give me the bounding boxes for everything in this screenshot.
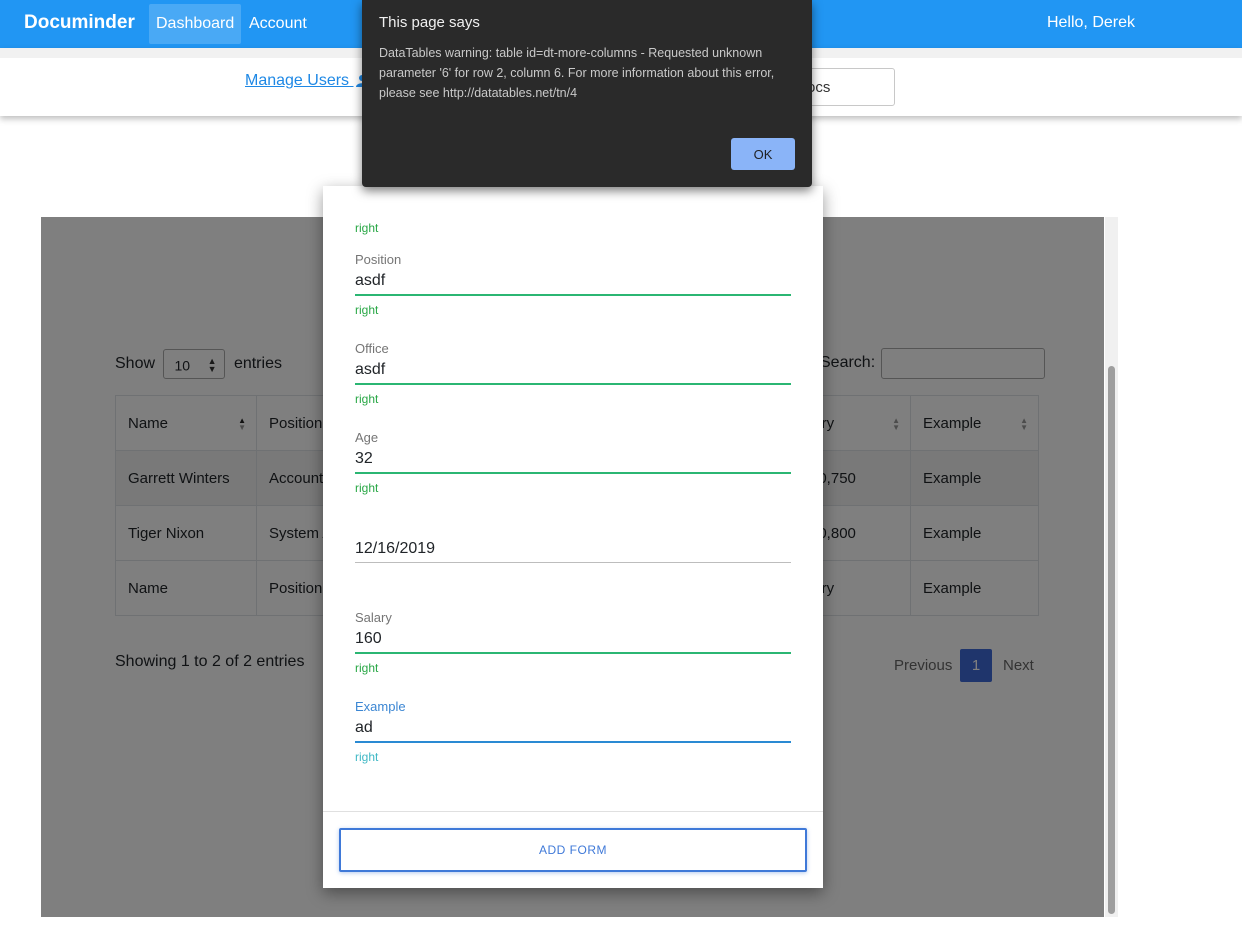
salary-input[interactable]: 160 bbox=[355, 626, 791, 650]
manage-users-link[interactable]: Manage Users bbox=[245, 72, 372, 90]
validation-hint: right bbox=[355, 661, 379, 675]
position-input[interactable]: asdf bbox=[355, 268, 791, 292]
date-field[interactable]: 12/16/2019 bbox=[355, 520, 791, 563]
alert-message: DataTables warning: table id=dt-more-col… bbox=[379, 46, 775, 100]
field-underline bbox=[355, 383, 791, 385]
date-input[interactable]: 12/16/2019 bbox=[355, 536, 791, 560]
field-label: Office bbox=[355, 341, 389, 356]
field-underline bbox=[355, 472, 791, 474]
field-label: Age bbox=[355, 430, 379, 445]
field-label: Salary bbox=[355, 610, 392, 625]
add-form-modal: right Position asdf right Office asdf ri… bbox=[323, 186, 823, 888]
office-field[interactable]: Office asdf right bbox=[355, 341, 791, 406]
validation-hint: right bbox=[355, 750, 379, 764]
brand-logo[interactable]: Documinder bbox=[24, 12, 135, 34]
field-top-hint: right bbox=[355, 214, 791, 235]
manage-users-label: Manage Users bbox=[245, 72, 350, 89]
validation-hint: right bbox=[355, 221, 379, 235]
validation-hint: right bbox=[355, 303, 379, 317]
validation-hint: right bbox=[355, 481, 379, 495]
field-underline bbox=[355, 652, 791, 654]
field-underline bbox=[355, 741, 791, 743]
age-field[interactable]: Age 32 right bbox=[355, 430, 791, 495]
position-field[interactable]: Position asdf right bbox=[355, 252, 791, 317]
age-input[interactable]: 32 bbox=[355, 446, 791, 470]
field-underline bbox=[355, 562, 791, 563]
user-greeting[interactable]: Hello, Derek bbox=[1047, 14, 1135, 32]
office-input[interactable]: asdf bbox=[355, 357, 791, 381]
alert-ok-button[interactable]: OK bbox=[731, 138, 795, 170]
add-form-button[interactable]: ADD FORM bbox=[339, 828, 807, 872]
field-label: Example bbox=[355, 699, 406, 714]
example-field[interactable]: Example ad right bbox=[355, 699, 791, 764]
field-underline bbox=[355, 294, 791, 296]
field-label bbox=[355, 520, 791, 536]
modal-footer-divider bbox=[323, 811, 823, 812]
alert-title: This page says bbox=[379, 14, 480, 31]
field-label: Position bbox=[355, 252, 402, 267]
salary-field[interactable]: Salary 160 right bbox=[355, 610, 791, 675]
scrollbar-thumb[interactable] bbox=[1108, 366, 1115, 914]
validation-hint: right bbox=[355, 392, 379, 406]
browser-alert-dialog: This page says DataTables warning: table… bbox=[362, 0, 812, 187]
nav-account[interactable]: Account bbox=[242, 4, 314, 44]
nav-dashboard[interactable]: Dashboard bbox=[149, 4, 242, 44]
example-input[interactable]: ad bbox=[355, 715, 791, 739]
